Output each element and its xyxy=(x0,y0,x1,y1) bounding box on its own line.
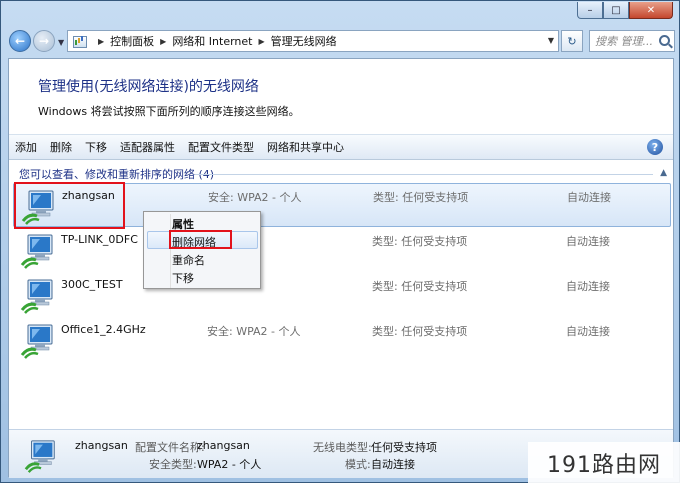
maximize-button[interactable]: □ xyxy=(603,2,629,19)
window: – □ ✕ ← → ▼ ▶ 控制面板 ▶ 网络和 Internet ▶ 管理无线… xyxy=(0,0,680,483)
network-type: 类型: 任何受支持项 xyxy=(372,235,468,248)
remove-button[interactable]: 删除 xyxy=(50,139,72,155)
forward-button[interactable]: → xyxy=(33,30,55,52)
breadcrumb-control-panel[interactable]: 控制面板 xyxy=(110,33,154,49)
page-header: 管理使用(无线网络连接)的无线网络 Windows 将尝试按照下面所列的顺序连接… xyxy=(9,59,673,129)
toolbar: 添加 删除 下移 适配器属性 配置文件类型 网络和共享中心 ? xyxy=(9,134,673,160)
arrow-left-icon: ← xyxy=(14,34,26,48)
history-dropdown-icon[interactable]: ▼ xyxy=(58,38,64,47)
title-bar: – □ ✕ xyxy=(1,1,679,25)
collapse-icon[interactable]: ▲ xyxy=(660,168,667,178)
details-mode-label: 模式: xyxy=(345,458,371,471)
context-menu: 属性 删除网络 重命名 下移 xyxy=(143,211,261,289)
add-button[interactable]: 添加 xyxy=(15,139,37,155)
breadcrumb-network-internet[interactable]: 网络和 Internet xyxy=(172,33,252,49)
breadcrumb: ▶ 控制面板 ▶ 网络和 Internet ▶ 管理无线网络 xyxy=(92,33,337,49)
annotation-highlight-network xyxy=(14,182,125,229)
wireless-network-icon xyxy=(20,279,53,314)
address-bar[interactable]: ▶ 控制面板 ▶ 网络和 Internet ▶ 管理无线网络 ▼ xyxy=(67,30,559,52)
page-title: 管理使用(无线网络连接)的无线网络 xyxy=(38,79,259,95)
search-icon[interactable] xyxy=(659,35,670,46)
menu-item-move-down[interactable]: 下移 xyxy=(172,270,194,286)
details-network-name: zhangsan xyxy=(75,439,128,452)
minimize-button[interactable]: – xyxy=(577,2,603,19)
navigation-bar: ← → ▼ ▶ 控制面板 ▶ 网络和 Internet ▶ 管理无线网络 ▼ ↻… xyxy=(1,25,679,57)
details-security-value: WPA2 - 个人 xyxy=(197,458,262,471)
move-down-button[interactable]: 下移 xyxy=(85,139,107,155)
chevron-right-icon[interactable]: ▶ xyxy=(259,37,265,46)
annotation-highlight-menu xyxy=(169,230,232,249)
details-radio-label: 无线电类型: xyxy=(313,441,372,454)
search-input[interactable]: 搜索 管理... xyxy=(589,30,675,52)
arrow-right-icon: → xyxy=(38,34,50,48)
watermark: 191路由网 xyxy=(528,442,680,483)
network-name: Office1_2.4GHz xyxy=(61,323,146,336)
address-dropdown-icon[interactable]: ▼ xyxy=(548,36,554,45)
wireless-network-icon xyxy=(24,440,55,473)
refresh-icon: ↻ xyxy=(567,34,577,48)
minimize-icon: – xyxy=(587,4,593,16)
details-profile-label: 配置文件名称: xyxy=(135,441,205,454)
wireless-network-icon xyxy=(20,234,53,269)
network-row[interactable]: TP-LINK_0DFC 类型: 任何受支持项 自动连接 xyxy=(13,228,671,272)
details-profile-value: zhangsan xyxy=(197,439,250,452)
network-sharing-center-button[interactable]: 网络和共享中心 xyxy=(267,139,344,155)
details-radio-value: 任何受支持项 xyxy=(371,441,437,454)
refresh-button[interactable]: ↻ xyxy=(561,30,583,52)
network-row[interactable]: Office1_2.4GHz 安全: WPA2 - 个人 类型: 任何受支持项 … xyxy=(13,318,671,362)
network-mode: 自动连接 xyxy=(566,235,610,248)
network-mode: 自动连接 xyxy=(566,325,610,338)
network-type: 类型: 任何受支持项 xyxy=(372,280,468,293)
network-mode: 自动连接 xyxy=(566,280,610,293)
network-mode: 自动连接 xyxy=(567,191,611,204)
window-controls: – □ ✕ xyxy=(577,2,673,19)
network-security: 安全: WPA2 - 个人 xyxy=(208,191,302,204)
network-type: 类型: 任何受支持项 xyxy=(372,325,468,338)
group-header[interactable]: 您可以查看、修改和重新排序的网络 (4) ▲ xyxy=(9,165,673,183)
network-type: 类型: 任何受支持项 xyxy=(373,191,469,204)
network-security: 安全: WPA2 - 个人 xyxy=(207,325,301,338)
search-placeholder: 搜索 管理... xyxy=(595,35,653,48)
close-button[interactable]: ✕ xyxy=(629,2,673,19)
help-icon[interactable]: ? xyxy=(647,139,663,155)
wireless-network-icon xyxy=(20,324,53,359)
details-security-label: 安全类型: xyxy=(149,458,197,471)
network-row[interactable]: 300C_TEST 类型: 任何受支持项 自动连接 xyxy=(13,273,671,317)
group-divider xyxy=(195,174,653,175)
page-description: Windows 将尝试按照下面所列的顺序连接这些网络。 xyxy=(38,105,300,118)
adapter-properties-button[interactable]: 适配器属性 xyxy=(120,139,175,155)
content-pane: 管理使用(无线网络连接)的无线网络 Windows 将尝试按照下面所列的顺序连接… xyxy=(8,58,674,478)
close-icon: ✕ xyxy=(646,4,656,16)
breadcrumb-manage-wireless[interactable]: 管理无线网络 xyxy=(271,33,337,49)
chevron-right-icon[interactable]: ▶ xyxy=(98,37,104,46)
menu-item-rename[interactable]: 重命名 xyxy=(172,252,205,268)
network-name: TP-LINK_0DFC xyxy=(61,233,138,246)
context-menu-divider xyxy=(170,214,171,288)
maximize-icon: □ xyxy=(611,4,621,16)
group-label: 您可以查看、修改和重新排序的网络 (4) xyxy=(19,168,215,181)
control-panel-icon xyxy=(72,34,88,48)
chevron-right-icon[interactable]: ▶ xyxy=(160,37,166,46)
details-mode-value: 自动连接 xyxy=(371,458,415,471)
network-name: 300C_TEST xyxy=(61,278,123,291)
profile-type-button[interactable]: 配置文件类型 xyxy=(188,139,254,155)
back-button[interactable]: ← xyxy=(9,30,31,52)
